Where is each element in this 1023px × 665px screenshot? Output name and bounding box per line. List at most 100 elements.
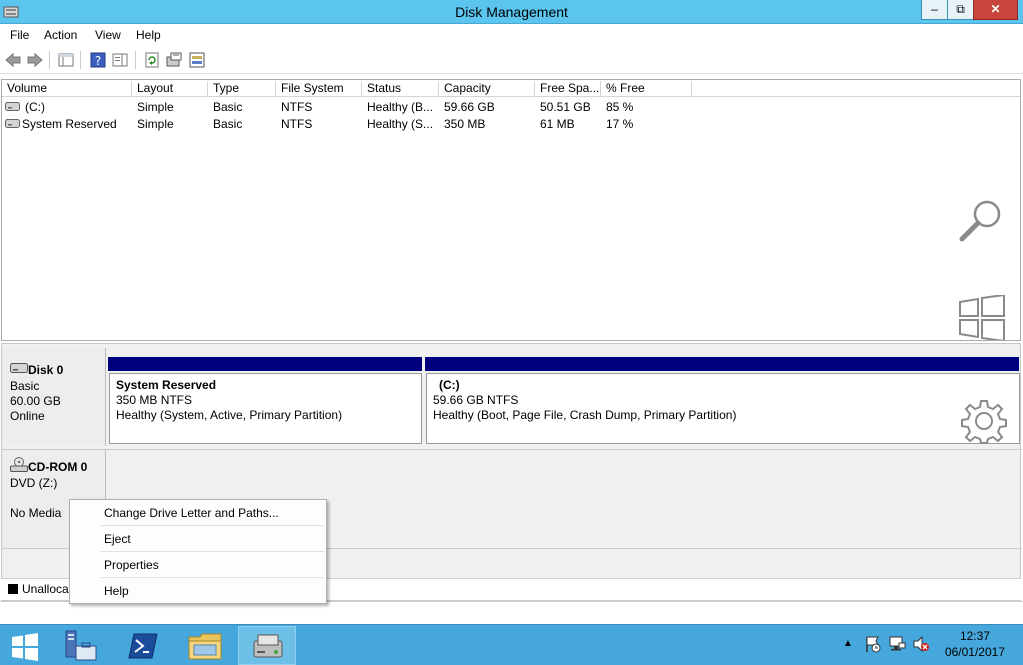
action-center-flag-icon[interactable] <box>864 635 882 653</box>
cell-free-space: 50.51 GB <box>540 100 591 114</box>
cdrom-0-name: CD-ROM 0 <box>28 460 88 474</box>
cell-percent-free: 17 % <box>606 117 634 131</box>
column-header-volume[interactable]: Volume <box>2 81 132 97</box>
menu-item-help[interactable]: Help <box>104 584 129 598</box>
cell-capacity: 59.66 GB <box>444 100 495 114</box>
show-hidden-icons-chevron-icon[interactable]: ▲ <box>843 638 853 649</box>
menu-separator <box>100 577 324 578</box>
menu-separator <box>100 525 324 526</box>
volume-list: Volume Layout Type File System Status Ca… <box>1 79 1021 341</box>
cell-layout: Simple <box>137 100 174 114</box>
disk-0-size: 60.00 GB <box>10 394 61 408</box>
settings-charm-icon <box>961 400 1007 444</box>
clock-date: 06/01/2017 <box>944 645 1005 659</box>
column-header-type[interactable]: Type <box>208 81 276 97</box>
taskbar-disk-management[interactable] <box>238 626 296 665</box>
help-icon[interactable]: ? <box>89 51 107 69</box>
table-row[interactable]: (C:) Simple Basic NTFS Healthy (B... 59.… <box>2 98 1020 115</box>
cell-volume: (C:) <box>25 100 45 114</box>
menu-bar: File Action View Help <box>0 24 1023 45</box>
menu-action[interactable]: Action <box>44 28 77 42</box>
table-row[interactable]: System Reserved Simple Basic NTFS Health… <box>2 115 1020 132</box>
rescan-disks-icon[interactable] <box>165 51 183 69</box>
column-header-capacity[interactable]: Capacity <box>439 81 535 97</box>
disk-management-icon <box>253 634 283 658</box>
start-button[interactable] <box>0 626 58 665</box>
drive-icon <box>5 119 20 128</box>
column-header-free-space[interactable]: Free Spa... <box>535 81 601 97</box>
close-button[interactable]: ✕ <box>973 0 1018 20</box>
cell-layout: Simple <box>137 117 174 131</box>
partition-status: Healthy (System, Active, Primary Partiti… <box>116 408 343 422</box>
partition-c-drive[interactable]: (C:) 59.66 GB NTFS Healthy (Boot, Page F… <box>426 373 1020 444</box>
column-header-file-system[interactable]: File System <box>276 81 362 97</box>
clock-time: 12:37 <box>959 629 990 643</box>
partition-name: System Reserved <box>116 378 217 392</box>
toolbar-separator <box>135 51 136 69</box>
menu-help[interactable]: Help <box>136 28 161 42</box>
column-header-status[interactable]: Status <box>362 81 439 97</box>
column-header-layout[interactable]: Layout <box>132 81 208 97</box>
cdrom-0-type: DVD (Z:) <box>10 476 58 490</box>
unallocated-swatch <box>8 584 18 594</box>
cell-capacity: 350 MB <box>444 117 486 131</box>
disk-0-type: Basic <box>10 379 40 393</box>
windows-start-charm-icon <box>959 295 1005 340</box>
svg-text:?: ? <box>95 54 101 68</box>
menu-item-properties[interactable]: Properties <box>104 558 159 572</box>
cell-free-space: 61 MB <box>540 117 575 131</box>
cell-file-system: NTFS <box>281 117 313 131</box>
refresh-icon[interactable] <box>143 51 161 69</box>
menu-view[interactable]: View <box>95 28 121 42</box>
speaker-muted-icon[interactable] <box>912 635 930 653</box>
cell-percent-free: 85 % <box>606 100 634 114</box>
disk-0-status: Online <box>10 409 45 423</box>
menu-item-eject[interactable]: Eject <box>104 532 131 546</box>
cell-type: Basic <box>213 100 243 114</box>
toolbar-separator <box>49 51 50 69</box>
partition-system-reserved[interactable]: System Reserved 350 MB NTFS Healthy (Sys… <box>109 373 422 444</box>
partition-size: 350 MB NTFS <box>116 393 193 407</box>
cell-status: Healthy (B... <box>367 100 434 114</box>
system-clock[interactable]: 12:37 06/01/2017 <box>945 628 1005 660</box>
partition-name: (C:) <box>439 378 460 392</box>
disk-row-divider <box>2 449 1022 450</box>
legend-unallocated-label: Unalloca <box>22 582 69 596</box>
taskbar-server-manager[interactable] <box>52 626 110 665</box>
cell-volume: System Reserved <box>22 117 117 131</box>
show-hide-action-pane-icon[interactable] <box>111 51 129 69</box>
taskbar-powershell[interactable] <box>114 626 172 665</box>
windows-logo-icon <box>12 633 38 661</box>
context-menu: Change Drive Letter and Paths... Eject P… <box>69 499 327 604</box>
cell-type: Basic <box>213 117 243 131</box>
menu-file[interactable]: File <box>10 28 29 42</box>
back-arrow-icon[interactable] <box>4 51 22 69</box>
column-header-percent-free[interactable]: % Free <box>601 81 692 97</box>
volume-list-header: Volume Layout Type File System Status Ca… <box>2 80 1020 97</box>
taskbar: ▲ 12:37 06/01/2017 <box>0 624 1023 665</box>
disk-0-label[interactable]: Disk 0 Basic 60.00 GB Online <box>2 348 106 446</box>
partition-status: Healthy (Boot, Page File, Crash Dump, Pr… <box>433 408 737 422</box>
drive-icon <box>5 102 20 111</box>
partition-size: 59.66 GB NTFS <box>433 393 519 407</box>
partition-header-bar <box>108 357 422 371</box>
show-hide-console-tree-icon[interactable] <box>57 51 75 69</box>
toolbar-separator <box>80 51 81 69</box>
properties-icon[interactable] <box>188 51 206 69</box>
restore-button[interactable]: ⧉ <box>947 0 974 20</box>
taskbar-file-explorer[interactable] <box>176 626 234 665</box>
cdrom-0-status: No Media <box>10 506 62 520</box>
menu-separator <box>100 551 324 552</box>
toolbar: ? <box>0 46 1023 74</box>
menu-item-change-drive-letter[interactable]: Change Drive Letter and Paths... <box>104 506 279 520</box>
search-charm-icon <box>959 200 1001 242</box>
server-manager-icon <box>65 630 97 661</box>
title-bar: Disk Management – ⧉ ✕ <box>0 0 1023 24</box>
minimize-button[interactable]: – <box>921 0 948 20</box>
partition-header-bar <box>425 357 1019 371</box>
network-icon[interactable] <box>888 635 906 653</box>
powershell-icon <box>128 633 158 659</box>
forward-arrow-icon[interactable] <box>26 51 44 69</box>
cell-file-system: NTFS <box>281 100 313 114</box>
disk-0-name: Disk 0 <box>28 363 64 377</box>
